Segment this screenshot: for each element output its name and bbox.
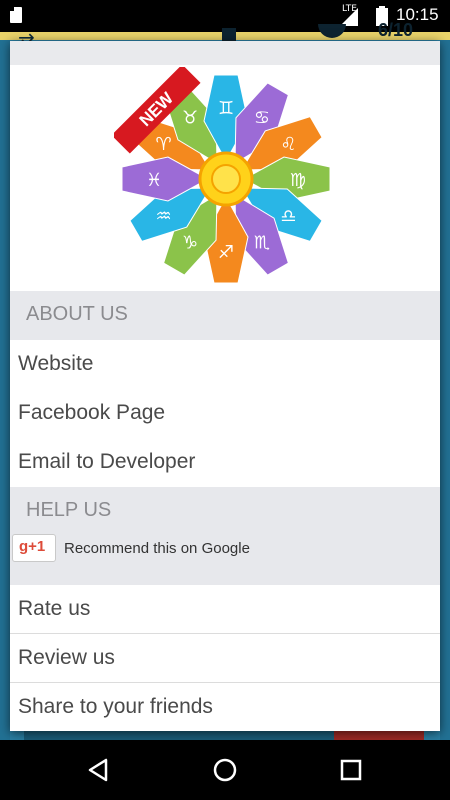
- home-icon[interactable]: [212, 757, 238, 783]
- back-icon[interactable]: [86, 757, 112, 783]
- email-developer-item[interactable]: Email to Developer: [10, 438, 440, 487]
- zodiac-sign-icon: ♉: [182, 108, 198, 129]
- gplus-recommend-row: g+1 Recommend this on Google: [10, 534, 440, 585]
- zodiac-sign-icon: ♈: [156, 134, 172, 155]
- share-friends-item[interactable]: Share to your friends: [10, 683, 440, 731]
- zodiac-sign-icon: ♍: [290, 170, 306, 191]
- email-developer-label: Email to Developer: [18, 450, 196, 473]
- gplus-recommend-text: Recommend this on Google: [64, 540, 250, 557]
- zodiac-logo-icon: ♈♉ ♊ ♋♌♍♎♏♐♑♒♓ NEW: [114, 67, 331, 284]
- facebook-page-item[interactable]: Facebook Page: [10, 389, 440, 438]
- background-shape: [222, 28, 236, 42]
- app-logo-area: ♈ ♉ ♊ ♋ ♌ ♍ ♎ ♏ ♐ ♑ ♒ ♓ NEW: [10, 65, 440, 291]
- zodiac-sign-icon: ♊: [218, 98, 234, 119]
- navigation-bar: [0, 740, 450, 800]
- background-edge-right: [440, 40, 450, 740]
- zodiac-sign-icon: ♏: [254, 232, 270, 253]
- dialog-top-band: [10, 41, 440, 65]
- about-us-header: ABOUT US: [10, 291, 440, 340]
- about-dialog: ♈ ♉ ♊ ♋ ♌ ♍ ♎ ♏ ♐ ♑ ♒ ♓ NEW ABOUT US Website Facebo…: [10, 41, 440, 731]
- gplus-one-label: g+1: [19, 538, 46, 555]
- rate-us-label: Rate us: [18, 597, 91, 620]
- website-item[interactable]: Website: [10, 340, 440, 389]
- zodiac-sign-icon: ♌: [280, 134, 296, 155]
- rate-us-item[interactable]: Rate us: [10, 585, 440, 634]
- sd-card-icon: [10, 7, 22, 23]
- zodiac-sign-icon: ♎: [280, 206, 296, 227]
- background-bottom-button: [334, 730, 424, 740]
- review-us-label: Review us: [18, 646, 115, 669]
- review-us-item[interactable]: Review us: [10, 634, 440, 683]
- gplus-one-button[interactable]: g+1: [12, 534, 56, 562]
- share-friends-label: Share to your friends: [18, 695, 213, 718]
- background-score: 6/10: [378, 20, 414, 40]
- help-us-title: HELP US: [26, 499, 112, 521]
- about-us-title: ABOUT US: [26, 303, 128, 325]
- facebook-page-label: Facebook Page: [18, 401, 166, 424]
- background-edge-left: [0, 40, 10, 740]
- zodiac-sign-icon: ♓: [146, 170, 162, 191]
- zodiac-sign-icon: ♐: [218, 242, 234, 263]
- help-us-header: HELP US: [10, 487, 440, 536]
- recents-icon[interactable]: [338, 757, 364, 783]
- zodiac-sign-icon: ♒: [156, 206, 172, 227]
- zodiac-sign-icon: ♑: [182, 232, 198, 253]
- zodiac-sign-icon: ♋: [254, 108, 270, 129]
- website-label: Website: [18, 352, 94, 375]
